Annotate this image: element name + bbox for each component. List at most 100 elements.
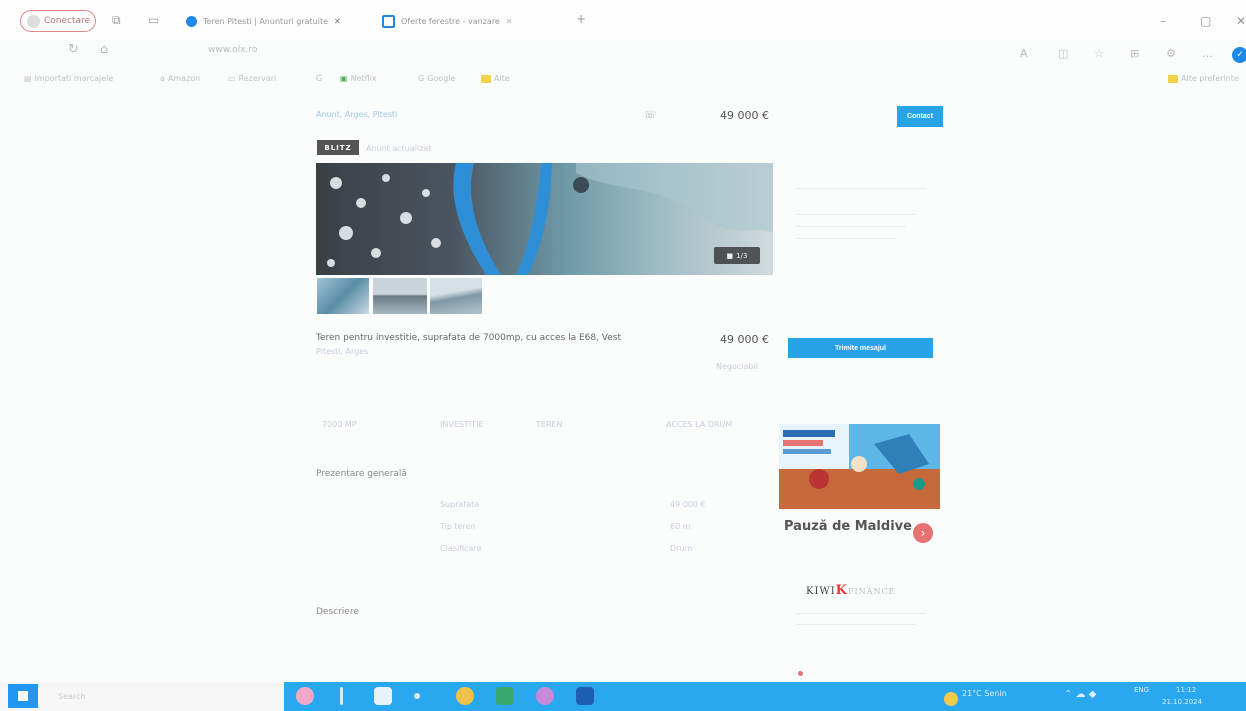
refresh-icon[interactable]: ↻ [68, 42, 79, 57]
edge-icon[interactable] [576, 687, 594, 705]
chrome-icon[interactable] [456, 687, 474, 705]
listing-location: Pitesti, Arges [316, 347, 369, 356]
home-icon[interactable]: ⌂ [100, 42, 108, 57]
app-icon[interactable] [536, 687, 554, 705]
close-tab-icon[interactable]: ✕ [506, 17, 513, 26]
close-window-icon[interactable]: ✕ [1236, 14, 1246, 28]
split-screen-icon[interactable]: ◫ [1058, 47, 1068, 60]
import-icon: ▤ [24, 74, 32, 83]
bookmark-google[interactable]: G Google [418, 74, 455, 83]
tab-active[interactable]: Teren Pitesti | Anunturi gratuite ✕ [186, 12, 341, 30]
taskbar-search-area [0, 682, 284, 711]
price-note: Negociabil [716, 362, 758, 371]
bookmark-netflix[interactable]: ▣ Netflix [340, 74, 377, 83]
maldives-ad-image[interactable] [779, 424, 940, 509]
kiwi-finance-logo[interactable]: KIWIKFINANCE [806, 583, 895, 598]
bookmark-folder[interactable]: Alte [481, 74, 510, 83]
chevron-right-icon[interactable]: › [913, 523, 933, 543]
file-explorer-icon[interactable] [374, 687, 392, 705]
app-icon[interactable] [296, 687, 314, 705]
camera-icon: ■ [726, 251, 734, 260]
new-tab-icon[interactable]: + [576, 12, 586, 26]
taskbar [284, 682, 1246, 711]
app-icon[interactable] [496, 687, 514, 705]
sidebar-divider [796, 624, 916, 625]
sidebar-divider [796, 226, 906, 227]
listing-title: Teren pentru investitie, suprafata de 70… [316, 333, 622, 343]
tab-label: Oferte ferestre - vanzare [401, 16, 500, 26]
avatar-icon [27, 14, 40, 28]
weather-text[interactable]: 21°C Senin [962, 689, 1007, 698]
sidebar-divider [796, 238, 896, 239]
booking-icon: ▭ [228, 74, 236, 83]
overview-cell: Suprafata [440, 500, 480, 509]
favorites-icon[interactable]: ☆ [1094, 47, 1104, 60]
sidebar-divider [796, 188, 926, 189]
sidebar-divider [796, 613, 926, 614]
listing-price: 49 000 € [720, 333, 769, 346]
bookmark-amazon[interactable]: a Amazon [160, 74, 200, 83]
overview-heading: Prezentare generală [316, 469, 407, 479]
tab-favicon [382, 14, 395, 28]
bookmark-rezervari[interactable]: ▭ Rezervari [228, 74, 276, 83]
netflix-icon: ▣ [340, 74, 348, 83]
tab-inactive[interactable]: Oferte ferestre - vanzare ✕ [382, 12, 513, 30]
tab-actions-icon[interactable]: ▭ [148, 13, 159, 27]
taskview-icon[interactable] [340, 687, 343, 705]
send-message-button[interactable]: Trimite mesajul [788, 338, 933, 358]
workspaces-icon[interactable]: ⧉ [112, 13, 121, 28]
header-price: 49 000 € [720, 109, 769, 122]
phone-icon[interactable]: ☏ [644, 110, 657, 121]
clock-time[interactable]: 11:12 [1176, 686, 1196, 694]
badge-note: Anunt actualizat [366, 144, 432, 153]
spec-item: TEREN [536, 420, 563, 429]
carousel-dot[interactable] [798, 671, 803, 676]
google-icon: G [418, 74, 425, 83]
thumbnail-3[interactable] [430, 278, 482, 314]
copilot-icon[interactable]: ✓ [1232, 47, 1246, 63]
overview-cell: Tip teren [440, 522, 476, 531]
blitz-badge: BLITZ [317, 140, 359, 155]
folder-icon [1168, 74, 1178, 83]
bookmark-import[interactable]: ▤ Importati marcajele [24, 74, 113, 83]
spec-item: INVESTITIE [440, 420, 484, 429]
other-favorites[interactable]: Alte preferinte [1168, 74, 1239, 83]
search-box[interactable]: Search [58, 692, 85, 701]
read-aloud-icon[interactable]: A [1020, 47, 1028, 60]
spec-item: ACCES LA DRUM [666, 420, 733, 429]
windows-icon [18, 691, 28, 701]
profile-label: Conectare [44, 16, 91, 26]
thumbnail-1[interactable] [317, 278, 369, 314]
amazon-icon: a [160, 74, 165, 83]
folder-icon [481, 74, 491, 83]
sidebar-divider [796, 214, 916, 215]
more-icon[interactable]: … [1202, 47, 1213, 60]
description-heading: Descriere [316, 607, 359, 617]
weather-icon[interactable] [944, 692, 958, 706]
contact-button[interactable]: Contact [897, 106, 943, 127]
listing-photo[interactable] [316, 163, 773, 275]
photo-counter[interactable]: ■ 1/3 [714, 247, 760, 264]
tab-favicon [186, 15, 197, 27]
network-icon[interactable]: ⌃ ☁ ◆ [1064, 689, 1096, 700]
thumbnail-2[interactable] [373, 278, 427, 314]
dot-icon[interactable] [414, 693, 420, 699]
close-tab-icon[interactable]: ✕ [334, 17, 341, 26]
extensions-icon[interactable]: ⚙ [1166, 47, 1176, 60]
url-field[interactable]: www.olx.ro [208, 45, 257, 55]
clock-date[interactable]: 21.10.2024 [1162, 698, 1202, 706]
profile-button[interactable]: Conectare [20, 10, 96, 32]
language-indicator[interactable]: ENG [1134, 686, 1149, 694]
ad-image [779, 424, 940, 509]
start-button[interactable] [8, 684, 38, 708]
spec-item: 7000 MP [322, 420, 357, 429]
bookmark-g[interactable]: G [316, 74, 322, 83]
minimize-icon[interactable]: – [1160, 14, 1166, 28]
collections-icon[interactable]: ⊞ [1130, 47, 1139, 60]
ad-title[interactable]: Pauză de Maldive [784, 519, 912, 534]
overview-cell: 49 000 € [670, 500, 706, 509]
overview-cell: 60 m [670, 522, 691, 531]
tab-label: Teren Pitesti | Anunturi gratuite [203, 16, 329, 26]
breadcrumb[interactable]: Anunt, Arges, Pitesti [316, 110, 397, 119]
maximize-icon[interactable]: ▢ [1200, 14, 1211, 28]
